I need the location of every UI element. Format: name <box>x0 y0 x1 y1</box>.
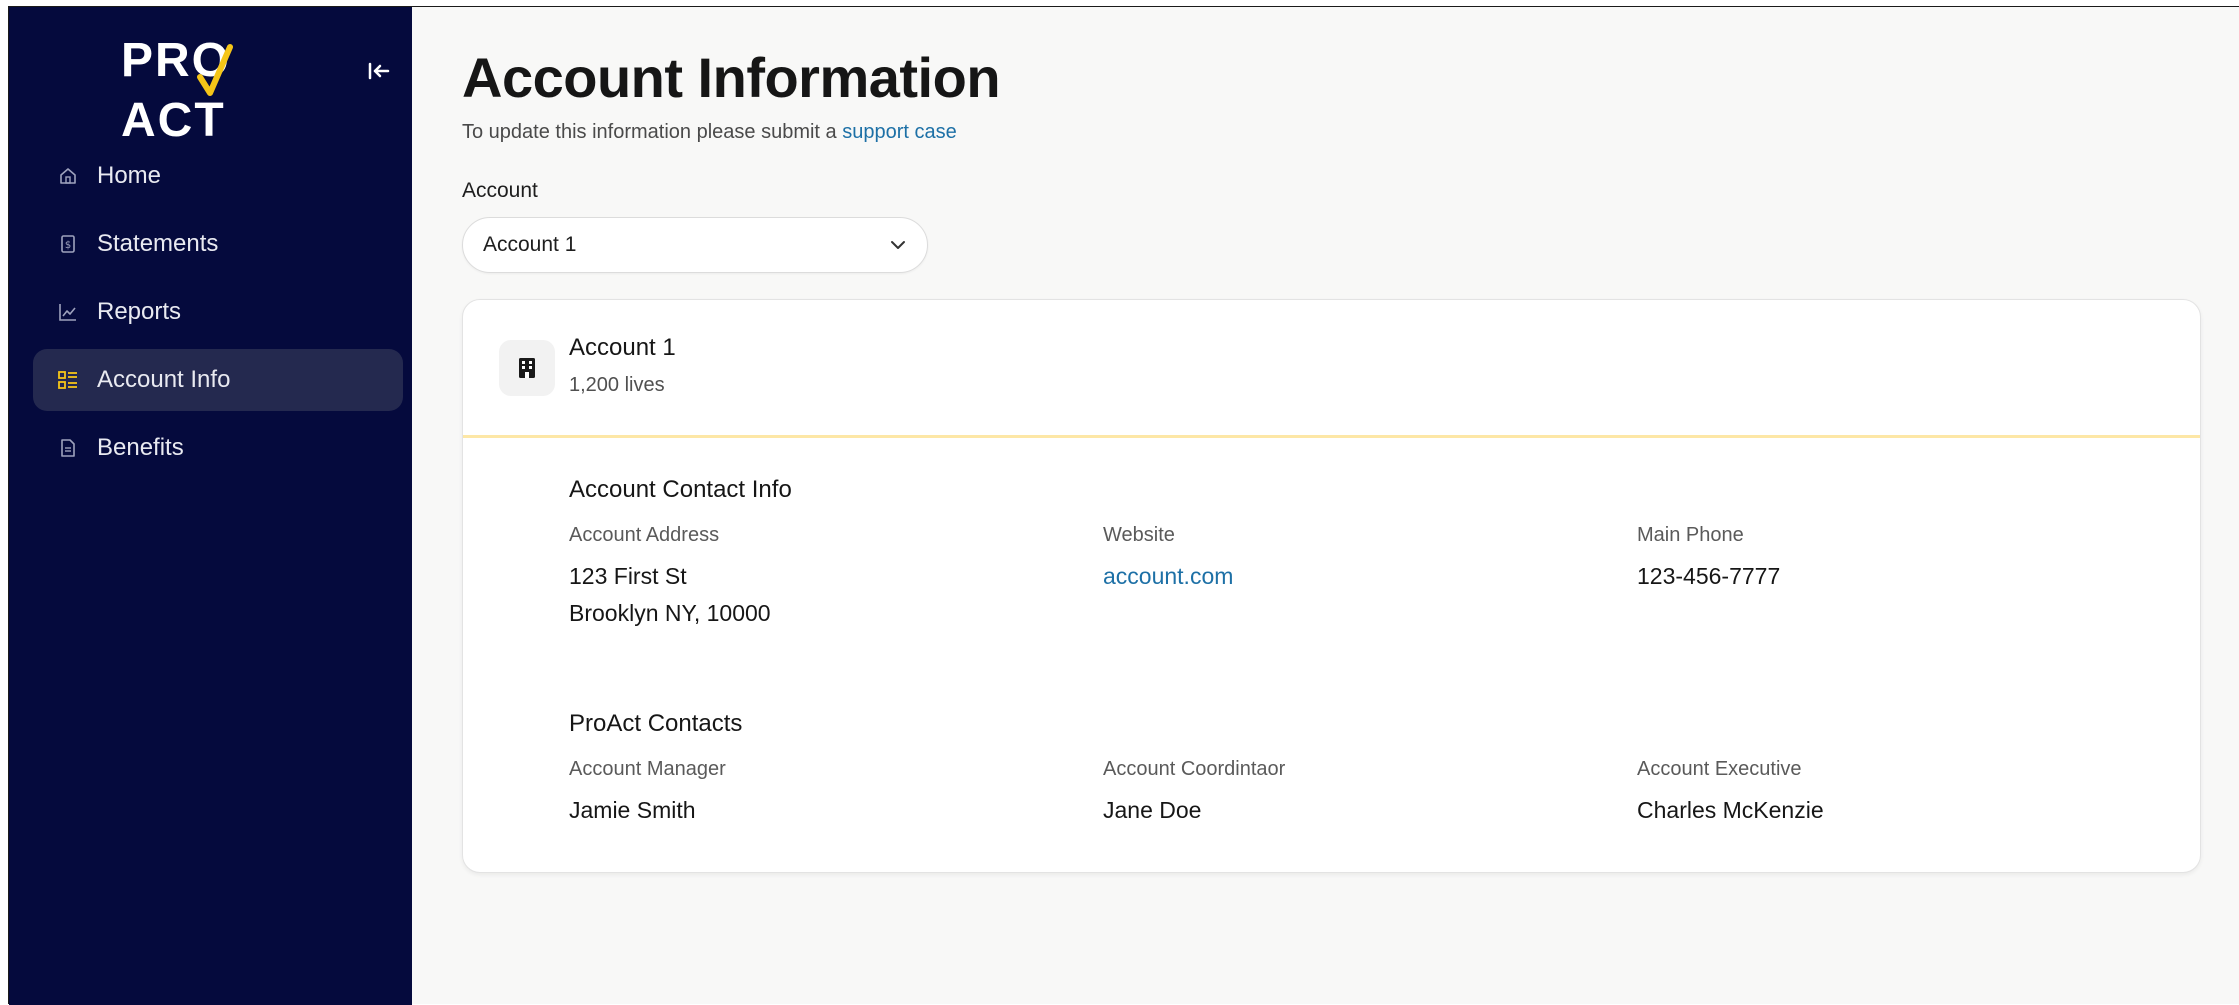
svg-text:$: $ <box>65 240 71 251</box>
executive-label: Account Executive <box>1637 758 1802 780</box>
logo-check-icon <box>197 44 233 96</box>
sidebar-nav: Home $ Statements Reports Account Info B… <box>33 145 403 485</box>
sidebar-item-label: Statements <box>97 230 219 257</box>
manager-label: Account Manager <box>569 758 726 780</box>
account-lives: 1,200 lives <box>569 374 665 396</box>
account-card-header: Account 1 1,200 lives <box>463 300 2200 438</box>
collapse-sidebar-button[interactable] <box>365 57 393 85</box>
sidebar-item-label: Benefits <box>97 434 184 461</box>
statement-icon: $ <box>57 233 79 255</box>
subtitle-text: To update this information please submit… <box>462 121 843 143</box>
page-subtitle: To update this information please submit… <box>462 121 957 144</box>
coordinator-value: Jane Doe <box>1103 797 1202 823</box>
address-line-2: Brooklyn NY, 10000 <box>569 600 771 626</box>
collapse-arrow-icon <box>368 62 390 80</box>
sidebar-item-statements[interactable]: $ Statements <box>33 213 403 275</box>
phone-value: 123-456-7777 <box>1637 563 1781 589</box>
sidebar-item-account-info[interactable]: Account Info <box>33 349 403 411</box>
sidebar-item-reports[interactable]: Reports <box>33 281 403 343</box>
chevron-down-icon <box>891 241 905 249</box>
phone-label: Main Phone <box>1637 524 1744 546</box>
address-label: Account Address <box>569 524 720 546</box>
manager-value: Jamie Smith <box>569 797 696 823</box>
proact-contacts-heading: ProAct Contacts <box>569 710 743 737</box>
account-card: Account 1 1,200 lives Account Contact In… <box>462 299 2201 873</box>
home-icon <box>57 165 79 187</box>
building-icon <box>499 340 555 396</box>
sidebar-item-label: Home <box>97 162 162 189</box>
proact-logo[interactable]: PROACT <box>121 31 321 147</box>
account-select[interactable]: Account 1 <box>462 217 928 273</box>
website-link[interactable]: account.com <box>1103 558 1233 595</box>
coordinator-label: Account Coordintaor <box>1103 758 1286 780</box>
sidebar-item-benefits[interactable]: Benefits <box>33 417 403 479</box>
executive-value: Charles McKenzie <box>1637 797 1824 823</box>
sidebar-item-home[interactable]: Home <box>33 145 403 207</box>
support-case-link[interactable]: support case <box>842 121 957 143</box>
chart-icon <box>57 301 79 323</box>
page-title: Account Information <box>462 46 1001 109</box>
sidebar-item-label: Account Info <box>97 366 231 393</box>
document-icon <box>57 437 79 459</box>
website-label: Website <box>1103 524 1175 546</box>
sidebar: PROACT Home $ Statements Reports Account… <box>9 7 412 1005</box>
main-content: Account Information To update this infor… <box>412 7 2239 1004</box>
contact-info-heading: Account Contact Info <box>569 476 792 503</box>
account-select-label: Account <box>462 179 538 202</box>
sidebar-item-label: Reports <box>97 298 182 325</box>
account-name: Account 1 <box>569 334 676 361</box>
app-window: PROACT Home $ Statements Reports Account… <box>8 6 2239 1005</box>
address-line-1: 123 First St <box>569 563 687 589</box>
account-info-icon <box>57 369 79 391</box>
account-select-value: Account 1 <box>483 233 577 256</box>
